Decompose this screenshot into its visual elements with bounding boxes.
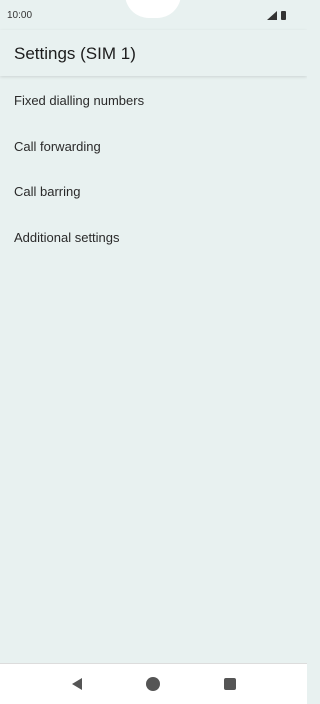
camera-notch [125,0,181,18]
settings-item-label: Additional settings [14,229,120,245]
settings-item-fixed-dialling-numbers[interactable]: Fixed dialling numbers [0,78,307,124]
signal-icon [267,11,277,20]
status-time: 10:00 [7,10,33,21]
recents-button[interactable] [222,676,238,692]
recents-icon [224,678,236,690]
page-title: Settings (SIM 1) [14,44,136,63]
phone-screen: 10:00 Settings (SIM 1) Fixed dialling nu… [0,0,307,704]
settings-item-label: Fixed dialling numbers [14,93,145,109]
settings-item-label: Call barring [14,184,81,200]
status-bar: 10:00 [0,0,307,30]
app-bar: Settings (SIM 1) [0,30,307,76]
settings-list: Fixed dialling numbers Call forwarding C… [0,78,307,260]
settings-item-label: Call forwarding [14,138,101,154]
settings-item-additional-settings[interactable]: Additional settings [0,215,307,261]
status-icons [267,10,286,21]
battery-icon [281,11,286,20]
settings-item-call-barring[interactable]: Call barring [0,169,307,215]
home-button[interactable] [145,676,161,692]
back-button[interactable] [69,676,85,692]
back-icon [72,678,82,690]
settings-item-call-forwarding[interactable]: Call forwarding [0,124,307,170]
home-icon [146,677,160,691]
navigation-bar [0,663,307,704]
